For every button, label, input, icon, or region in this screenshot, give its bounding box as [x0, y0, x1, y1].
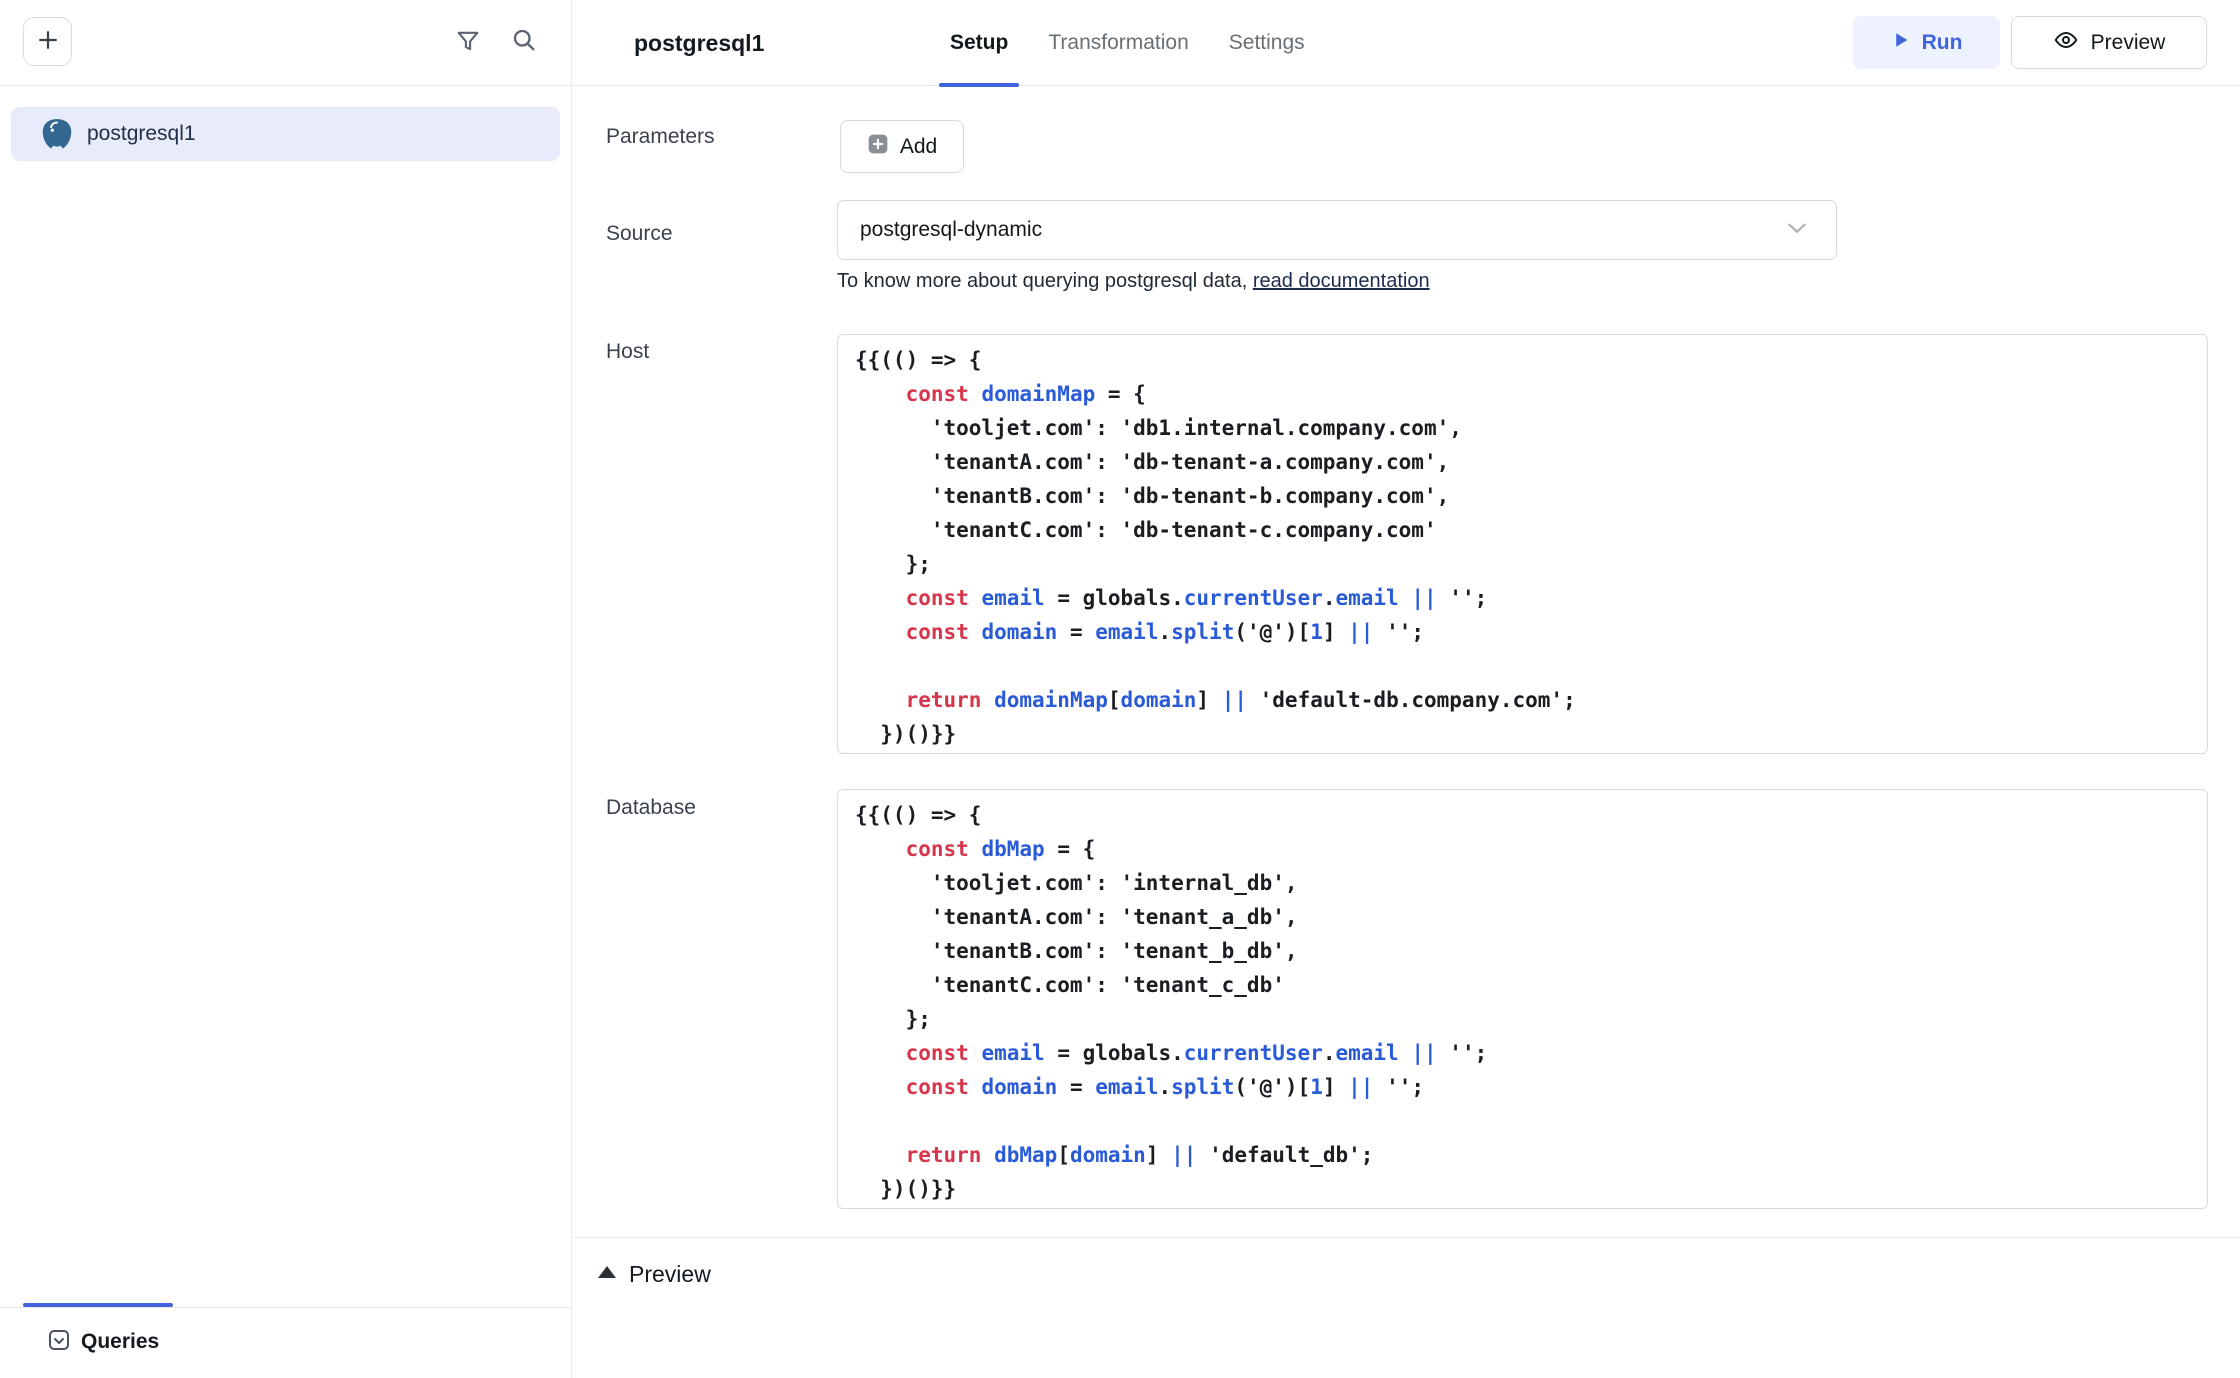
queries-icon	[47, 1328, 71, 1357]
editor-tabs: Setup Transformation Settings	[939, 0, 1316, 86]
code-line: return dbMap[domain] || 'default_db';	[855, 1138, 2187, 1172]
code-line: const email = globals.currentUser.email …	[855, 1036, 2187, 1070]
query-item-label: postgresql1	[87, 122, 196, 146]
caret-up-icon	[598, 1265, 616, 1283]
filter-button[interactable]	[452, 26, 484, 58]
code-line: {{(() => {	[855, 343, 2187, 377]
plus-icon	[35, 27, 61, 56]
code-line: const domainMap = {	[855, 377, 2187, 411]
parameters-label: Parameters	[606, 125, 715, 149]
search-icon	[510, 26, 538, 57]
add-parameter-label: Add	[900, 135, 937, 159]
code-line: 'tenantB.com': 'db-tenant-b.company.com'…	[855, 479, 2187, 513]
queries-panel-tab[interactable]: Queries	[47, 1324, 159, 1360]
code-line: 'tenantC.com': 'db-tenant-c.company.com'	[855, 513, 2187, 547]
tab-setup[interactable]: Setup	[939, 0, 1019, 86]
postgresql-icon	[38, 115, 76, 153]
preview-button[interactable]: Preview	[2011, 16, 2207, 69]
code-line: };	[855, 1002, 2187, 1036]
preview-panel-label: Preview	[629, 1261, 711, 1288]
preview-panel-divider	[573, 1237, 2240, 1238]
code-line: {{(() => {	[855, 798, 2187, 832]
query-title: postgresql1	[634, 0, 764, 86]
search-button[interactable]	[508, 25, 540, 57]
run-button[interactable]: Run	[1853, 16, 2000, 69]
query-list-item-postgresql1[interactable]: postgresql1	[11, 107, 560, 161]
code-line: const email = globals.currentUser.email …	[855, 581, 2187, 615]
run-button-label: Run	[1922, 31, 1963, 55]
source-select[interactable]: postgresql-dynamic	[837, 200, 1837, 260]
source-select-value: postgresql-dynamic	[860, 218, 1784, 242]
chevron-down-icon	[1784, 215, 1810, 246]
tab-settings[interactable]: Settings	[1218, 0, 1316, 86]
add-query-button[interactable]	[23, 17, 72, 66]
code-line	[855, 649, 2187, 683]
code-line: })()}}	[855, 717, 2187, 751]
code-line: 'tenantA.com': 'db-tenant-a.company.com'…	[855, 445, 2187, 479]
queries-tab-label: Queries	[81, 1330, 159, 1354]
plus-square-icon	[867, 133, 889, 161]
preview-button-label: Preview	[2091, 31, 2166, 55]
database-code-editor[interactable]: {{(() => { const dbMap = { 'tooljet.com'…	[837, 789, 2208, 1209]
preview-panel-toggle[interactable]: Preview	[598, 1252, 711, 1296]
host-label: Host	[606, 340, 649, 364]
host-code-editor[interactable]: {{(() => { const domainMap = { 'tooljet.…	[837, 334, 2208, 754]
helper-prefix: To know more about querying postgresql d…	[837, 270, 1253, 292]
eye-icon	[2053, 27, 2079, 59]
code-line: };	[855, 547, 2187, 581]
code-line: const dbMap = {	[855, 832, 2187, 866]
code-line: 'tenantA.com': 'tenant_a_db',	[855, 900, 2187, 934]
code-line: })()}}	[855, 1172, 2187, 1206]
code-line: 'tenantB.com': 'tenant_b_db',	[855, 934, 2187, 968]
query-editor-header: postgresql1 Setup Transformation Setting…	[573, 0, 2240, 86]
sidebar-topbar	[0, 0, 571, 86]
code-line	[855, 1104, 2187, 1138]
code-line: 'tooljet.com': 'internal_db',	[855, 866, 2187, 900]
play-icon	[1891, 30, 1911, 56]
sidebar-bottom-divider	[0, 1307, 572, 1308]
read-documentation-link[interactable]: read documentation	[1253, 270, 1430, 292]
code-line: 'tenantC.com': 'tenant_c_db'	[855, 968, 2187, 1002]
query-editor-panel: postgresql1 Setup Transformation Setting…	[573, 0, 2240, 1378]
database-label: Database	[606, 796, 696, 820]
code-line: const domain = email.split('@')[1] || ''…	[855, 1070, 2187, 1104]
source-label: Source	[606, 222, 673, 246]
code-line: return domainMap[domain] || 'default-db.…	[855, 683, 2187, 717]
add-parameter-button[interactable]: Add	[840, 120, 964, 173]
tab-transformation[interactable]: Transformation	[1037, 0, 1199, 86]
source-helper-text: To know more about querying postgresql d…	[837, 270, 1430, 293]
code-line: const domain = email.split('@')[1] || ''…	[855, 615, 2187, 649]
filter-icon	[454, 27, 482, 58]
code-line: 'tooljet.com': 'db1.internal.company.com…	[855, 411, 2187, 445]
query-sidebar: postgresql1 Queries	[0, 0, 572, 1378]
